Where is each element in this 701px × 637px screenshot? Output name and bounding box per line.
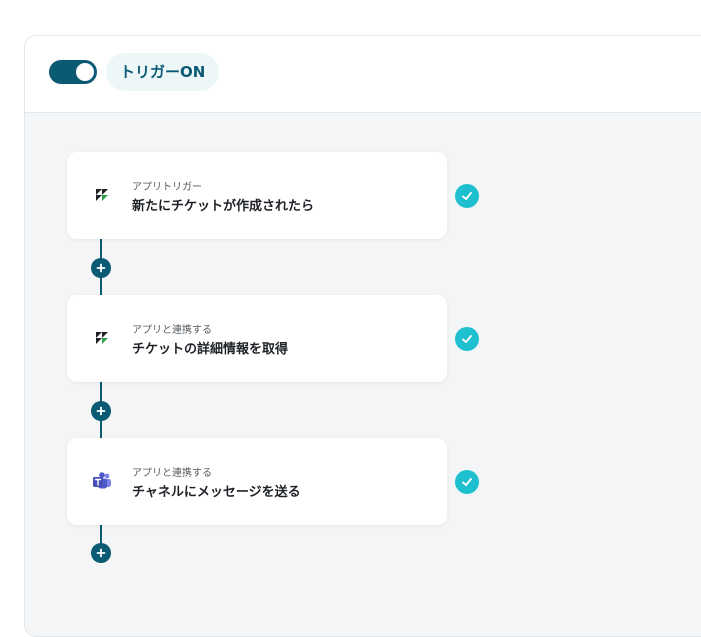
add-step-button[interactable]: [91, 258, 111, 278]
flow-step-card-2[interactable]: アプリと連携する チケットの詳細情報を取得: [67, 295, 447, 382]
step-type-label: アプリと連携する: [132, 325, 212, 336]
panel-header: トリガーON: [25, 36, 701, 113]
check-icon: [455, 470, 479, 494]
flow-canvas: アプリトリガー 新たにチケットが作成されたら アプリと連携する チケットの詳細情…: [25, 113, 701, 636]
add-step-button[interactable]: [91, 543, 111, 563]
zendesk-icon: [91, 327, 113, 349]
zendesk-icon: [91, 184, 113, 206]
toggle-knob: [76, 63, 94, 81]
trigger-toggle[interactable]: [49, 60, 97, 84]
check-icon: [455, 327, 479, 351]
add-step-button[interactable]: [91, 401, 111, 421]
step-title: チケットの詳細情報を取得: [132, 342, 289, 357]
step-title: 新たにチケットが作成されたら: [132, 199, 315, 214]
step-type-label: アプリと連携する: [132, 468, 212, 479]
step-title: チャネルにメッセージを送る: [132, 485, 301, 500]
step-type-label: アプリトリガー: [132, 182, 202, 193]
trigger-status-badge: トリガーON: [106, 53, 220, 91]
flow-step-card-1[interactable]: アプリトリガー 新たにチケットが作成されたら: [67, 152, 447, 239]
check-icon: [455, 184, 479, 208]
microsoft-teams-icon: [91, 470, 113, 492]
flow-step-card-3[interactable]: アプリと連携する チャネルにメッセージを送る: [67, 438, 447, 525]
flow-panel: トリガーON アプリトリガー 新たにチケットが作成されたら アプリと連携する チ…: [24, 35, 701, 637]
